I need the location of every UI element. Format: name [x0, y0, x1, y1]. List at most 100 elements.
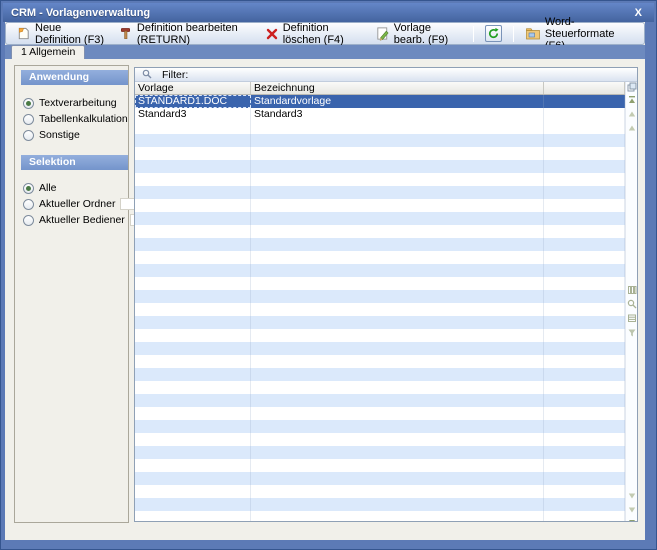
cell-vorlage[interactable]	[135, 342, 251, 355]
table-row-empty[interactable]	[135, 147, 625, 160]
cell-bezeichnung[interactable]	[251, 277, 544, 290]
column-header-bezeichnung[interactable]: Bezeichnung	[251, 82, 544, 94]
table-row-empty[interactable]	[135, 134, 625, 147]
toolbar-button-refresh[interactable]	[481, 24, 506, 43]
cell-bezeichnung[interactable]	[251, 173, 544, 186]
search-icon[interactable]	[627, 299, 637, 309]
radio-option-aktueller-bediener[interactable]: Aktueller Bediener	[23, 212, 126, 228]
cell-vorlage[interactable]	[135, 238, 251, 251]
toolbar-button-new-definition[interactable]: Neue Definition (F3)	[12, 21, 110, 47]
cell-bezeichnung[interactable]	[251, 472, 544, 485]
table-row-empty[interactable]	[135, 264, 625, 277]
cell-extra[interactable]	[544, 95, 625, 108]
cell-vorlage[interactable]: STANDARD1.DOC	[135, 95, 251, 108]
cell-bezeichnung[interactable]	[251, 264, 544, 277]
cell-extra[interactable]	[544, 316, 625, 329]
cell-vorlage[interactable]	[135, 147, 251, 160]
table-row-empty[interactable]	[135, 420, 625, 433]
column-header-empty[interactable]	[544, 82, 625, 94]
table-row-empty[interactable]	[135, 277, 625, 290]
cell-vorlage[interactable]	[135, 290, 251, 303]
radio-selected-icon[interactable]	[23, 183, 34, 194]
cell-bezeichnung[interactable]	[251, 485, 544, 498]
cell-bezeichnung[interactable]	[251, 381, 544, 394]
tab-allgemein[interactable]: 1 Allgemein	[11, 45, 85, 59]
cell-bezeichnung[interactable]	[251, 498, 544, 511]
cell-vorlage[interactable]	[135, 394, 251, 407]
cell-vorlage[interactable]	[135, 121, 251, 134]
cell-vorlage[interactable]	[135, 199, 251, 212]
cell-bezeichnung[interactable]	[251, 251, 544, 264]
cell-vorlage[interactable]	[135, 264, 251, 277]
cell-bezeichnung[interactable]: Standardvorlage	[251, 95, 544, 108]
cell-bezeichnung[interactable]	[251, 329, 544, 342]
cell-bezeichnung[interactable]	[251, 394, 544, 407]
cell-extra[interactable]	[544, 199, 625, 212]
radio-icon[interactable]	[23, 114, 34, 125]
cell-bezeichnung[interactable]: Standard3	[251, 108, 544, 121]
cell-vorlage[interactable]	[135, 498, 251, 511]
cell-extra[interactable]	[544, 407, 625, 420]
table-row-empty[interactable]	[135, 381, 625, 394]
table-row-empty[interactable]	[135, 316, 625, 329]
radio-icon[interactable]	[23, 215, 34, 226]
cell-vorlage[interactable]	[135, 355, 251, 368]
cell-vorlage[interactable]	[135, 433, 251, 446]
cell-bezeichnung[interactable]	[251, 303, 544, 316]
table-row-empty[interactable]	[135, 368, 625, 381]
cell-extra[interactable]	[544, 303, 625, 316]
radio-icon[interactable]	[23, 130, 34, 141]
down-arrow-icon[interactable]	[627, 505, 637, 515]
cell-extra[interactable]	[544, 329, 625, 342]
table-row-empty[interactable]	[135, 433, 625, 446]
cell-bezeichnung[interactable]	[251, 186, 544, 199]
cell-extra[interactable]	[544, 173, 625, 186]
column-header-vorlage[interactable]: Vorlage	[135, 82, 251, 94]
cell-extra[interactable]	[544, 420, 625, 433]
cell-extra[interactable]	[544, 459, 625, 472]
cell-bezeichnung[interactable]	[251, 147, 544, 160]
cell-vorlage[interactable]	[135, 420, 251, 433]
cell-bezeichnung[interactable]	[251, 368, 544, 381]
cell-vorlage[interactable]	[135, 303, 251, 316]
radio-selected-icon[interactable]	[23, 98, 34, 109]
cell-extra[interactable]	[544, 121, 625, 134]
table-row-empty[interactable]	[135, 498, 625, 511]
toolbar-button-hammer[interactable]: Definition bearbeiten (RETURN)	[114, 21, 257, 47]
column-chooser-icon[interactable]	[627, 82, 637, 92]
cell-vorlage[interactable]	[135, 472, 251, 485]
filter-bar[interactable]: Filter:	[135, 68, 637, 82]
cell-extra[interactable]	[544, 290, 625, 303]
table-row-empty[interactable]	[135, 186, 625, 199]
cell-extra[interactable]	[544, 225, 625, 238]
cell-bezeichnung[interactable]	[251, 355, 544, 368]
cell-extra[interactable]	[544, 498, 625, 511]
cards-icon[interactable]	[627, 313, 637, 323]
cell-bezeichnung[interactable]	[251, 420, 544, 433]
cell-vorlage[interactable]	[135, 134, 251, 147]
scroll-top-icon[interactable]	[627, 95, 637, 105]
cell-vorlage[interactable]	[135, 316, 251, 329]
cell-vorlage[interactable]	[135, 212, 251, 225]
cell-extra[interactable]	[544, 355, 625, 368]
cell-bezeichnung[interactable]	[251, 459, 544, 472]
table-row[interactable]: Standard3Standard3	[135, 108, 625, 121]
cell-bezeichnung[interactable]	[251, 238, 544, 251]
cell-extra[interactable]	[544, 238, 625, 251]
cell-extra[interactable]	[544, 446, 625, 459]
cell-bezeichnung[interactable]	[251, 290, 544, 303]
cell-vorlage[interactable]	[135, 225, 251, 238]
cell-bezeichnung[interactable]	[251, 511, 544, 521]
cell-extra[interactable]	[544, 186, 625, 199]
cell-vorlage[interactable]	[135, 277, 251, 290]
cell-vorlage[interactable]	[135, 368, 251, 381]
radio-option-sonstige[interactable]: Sonstige	[23, 127, 126, 143]
table-row-empty[interactable]	[135, 290, 625, 303]
up-arrow-icon[interactable]	[627, 123, 637, 133]
cell-vorlage[interactable]	[135, 173, 251, 186]
table-row-empty[interactable]	[135, 342, 625, 355]
cell-extra[interactable]	[544, 277, 625, 290]
cell-extra[interactable]	[544, 264, 625, 277]
cell-extra[interactable]	[544, 485, 625, 498]
cell-bezeichnung[interactable]	[251, 225, 544, 238]
